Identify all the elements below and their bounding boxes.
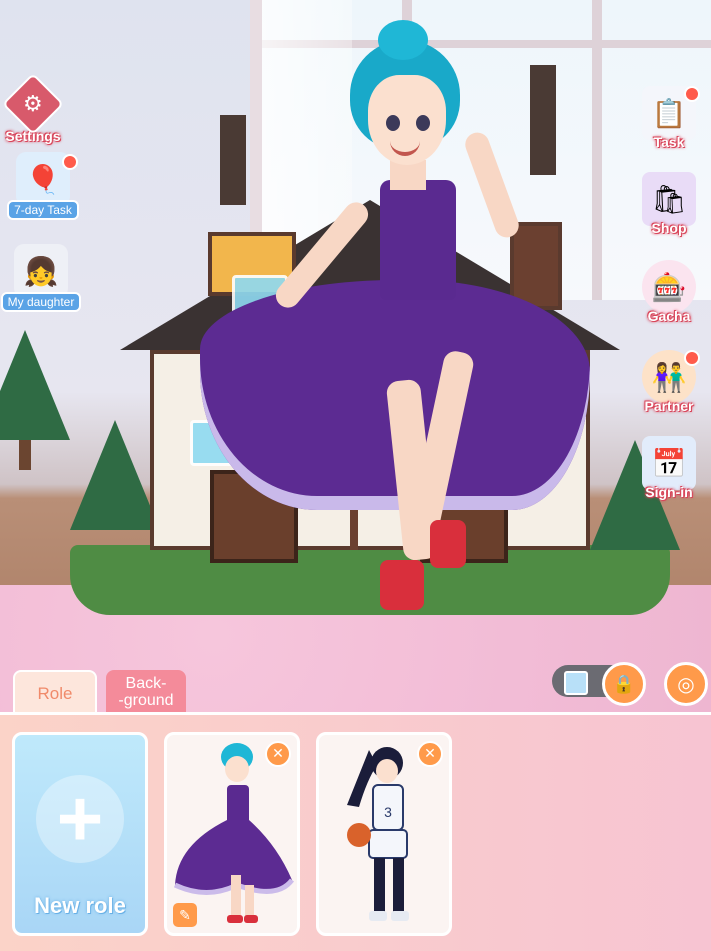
shop-button[interactable]: 🛍 Shop bbox=[628, 172, 710, 236]
sign-in-label: Sign-in bbox=[645, 484, 693, 500]
new-role-label: New role bbox=[34, 893, 126, 918]
jersey-number: 3 bbox=[384, 804, 392, 820]
tab-background-label: Back- -ground bbox=[118, 675, 173, 709]
my-daughter-button[interactable]: 👧 My daughter bbox=[0, 244, 82, 312]
edit-role-button[interactable]: ✎ bbox=[173, 903, 197, 927]
gacha-label: Gacha bbox=[647, 308, 691, 324]
tab-background-line2: -ground bbox=[118, 692, 174, 709]
main-character[interactable] bbox=[190, 20, 600, 620]
shop-label: Shop bbox=[651, 220, 687, 236]
game-scene bbox=[0, 0, 711, 712]
zoom-button[interactable]: ◎ bbox=[664, 662, 708, 706]
pine-tree bbox=[0, 330, 70, 440]
red-sandal bbox=[380, 560, 424, 610]
partner-label: Partner bbox=[644, 398, 694, 414]
gear-icon: ⚙ bbox=[1, 72, 65, 136]
gacha-machine-icon: 🎰 bbox=[642, 260, 696, 314]
tab-role[interactable]: Role bbox=[13, 670, 97, 716]
lock-button[interactable]: 🔒 bbox=[602, 662, 646, 706]
seven-day-task-label: 7-day Task bbox=[7, 200, 79, 220]
settings-button[interactable]: ⚙ Settings bbox=[0, 72, 74, 144]
picture-icon bbox=[564, 671, 588, 695]
daughter-avatar-icon: 👧 bbox=[14, 244, 68, 298]
notification-dot bbox=[62, 154, 78, 170]
sign-in-button[interactable]: 📅 Sign-in bbox=[628, 436, 710, 500]
tree-trunk bbox=[19, 440, 31, 470]
hair-bun bbox=[378, 20, 428, 60]
new-role-card[interactable]: + New role bbox=[12, 732, 148, 936]
gacha-button[interactable]: 🎰 Gacha bbox=[628, 260, 710, 324]
remove-role-button[interactable]: ✕ bbox=[265, 741, 291, 767]
tab-role-label: Role bbox=[37, 684, 73, 703]
magnifier-icon: ◎ bbox=[677, 673, 695, 696]
partner-button[interactable]: 👫 Partner bbox=[628, 350, 710, 414]
tab-background[interactable]: Back- -ground bbox=[106, 670, 186, 714]
character-eye bbox=[386, 115, 400, 131]
calendar-icon: 📅 bbox=[642, 436, 696, 490]
my-daughter-label: My daughter bbox=[0, 292, 82, 312]
character-arm bbox=[461, 129, 523, 241]
red-sandal bbox=[430, 520, 466, 568]
role-card-purple-dress[interactable]: ✕ ✎ bbox=[164, 732, 300, 936]
task-label: Task bbox=[653, 134, 685, 150]
remove-role-button[interactable]: ✕ bbox=[417, 741, 443, 767]
task-button[interactable]: 📋 Task bbox=[628, 86, 710, 150]
tab-background-line1: Back- bbox=[125, 675, 167, 692]
shopping-bag-icon: 🛍 bbox=[642, 172, 696, 226]
notification-dot bbox=[684, 86, 700, 102]
notification-dot bbox=[684, 350, 700, 366]
plus-icon: + bbox=[36, 775, 124, 863]
seven-day-task-button[interactable]: 🎈 7-day Task bbox=[2, 152, 84, 220]
character-eye bbox=[416, 115, 430, 131]
role-card-basketball[interactable]: 3 ✕ bbox=[316, 732, 452, 936]
purple-bodice bbox=[380, 180, 456, 300]
lock-icon: 🔒 bbox=[612, 673, 636, 694]
